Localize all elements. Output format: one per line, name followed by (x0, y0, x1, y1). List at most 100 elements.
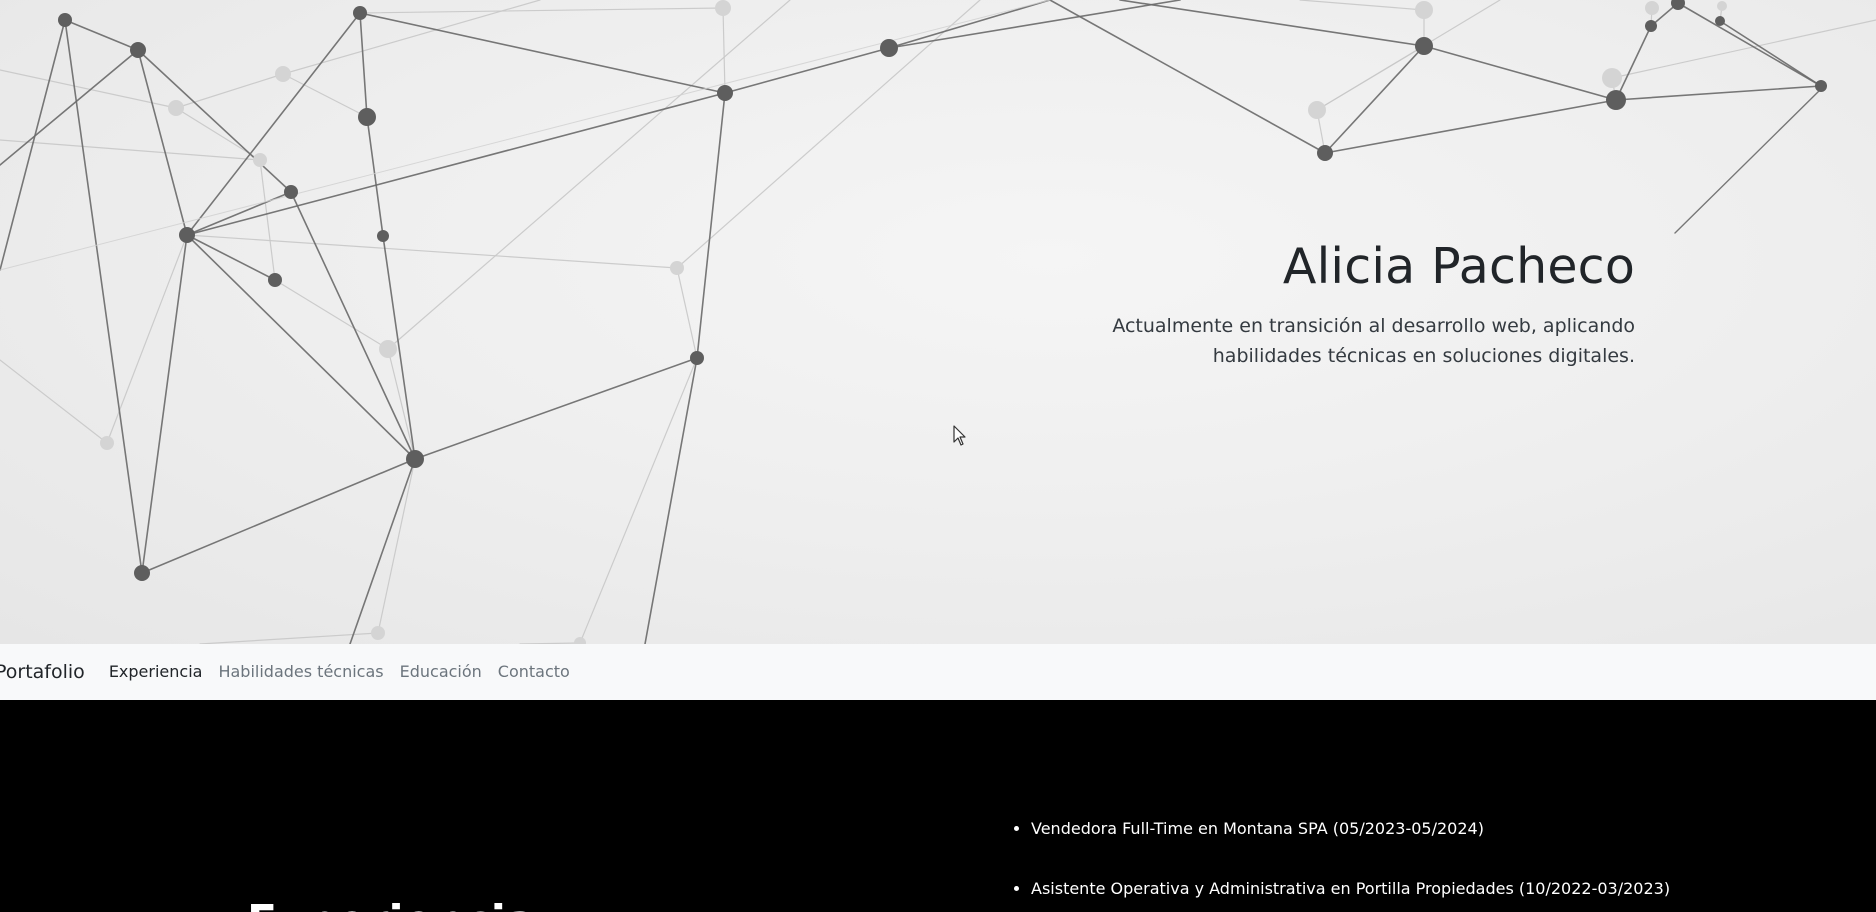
network-node (690, 351, 704, 365)
network-node (1415, 1, 1433, 19)
nav-link-habilidades-tecnicas[interactable]: Habilidades técnicas (218, 662, 383, 681)
mouse-cursor-icon (953, 425, 966, 446)
network-node (179, 227, 195, 243)
nav-item-educacion: Educación (400, 662, 498, 682)
network-edge (0, 49, 139, 166)
nav-link-experiencia[interactable]: Experiencia (109, 662, 203, 681)
network-edge (0, 359, 108, 444)
network-node (253, 153, 267, 167)
network-node (1645, 1, 1659, 15)
hero-tagline-line-2: habilidades técnicas en soluciones digit… (1212, 344, 1635, 367)
network-edge (722, 7, 726, 94)
network-edge (137, 49, 188, 236)
network-edge (0, 19, 66, 271)
nav-item-experiencia: Experiencia (109, 662, 219, 682)
network-edge (414, 357, 698, 460)
network-node (168, 100, 184, 116)
network-edge (676, 267, 698, 359)
network-node (717, 85, 733, 101)
network-node (268, 273, 282, 287)
network-node (377, 230, 389, 242)
network-edge (359, 7, 724, 14)
network-node (670, 261, 684, 275)
experience-item: Asistente Operativa y Administrativa en … (1031, 879, 1670, 899)
network-edge (1049, 0, 1326, 154)
network-node (574, 637, 586, 644)
experience-item: Vendedora Full-Time en Montana SPA (05/2… (1031, 819, 1670, 839)
network-edge (696, 92, 726, 359)
network-edge (888, 0, 1181, 49)
network-node (1715, 16, 1725, 26)
network-edge (186, 191, 292, 236)
network-edge (644, 357, 698, 644)
network-node (406, 450, 424, 468)
network-edge (259, 159, 276, 281)
network-edge (186, 234, 678, 269)
network-node (1606, 90, 1626, 110)
network-edge (1615, 85, 1822, 101)
network-edge (64, 19, 143, 574)
network-edge (64, 19, 139, 51)
network-edge (186, 92, 726, 236)
network-edge (1423, 45, 1617, 101)
network-edge (366, 116, 384, 237)
network-edge (0, 69, 177, 109)
network-node (379, 340, 397, 358)
network-edge (349, 458, 416, 644)
network-node (715, 0, 731, 16)
network-node (134, 565, 150, 581)
network-node (353, 6, 367, 20)
network-node (58, 13, 72, 27)
hero-text-block: Alicia Pacheco Actualmente en transición… (915, 238, 1635, 371)
hero-section: Alicia Pacheco Actualmente en transición… (0, 0, 1876, 644)
experience-list: Vendedora Full-Time en Montana SPA (05/2… (1031, 819, 1670, 912)
network-edge (141, 234, 188, 574)
network-node (358, 108, 376, 126)
hero-tagline: Actualmente en transición al desarrollo … (915, 311, 1635, 371)
network-edge (175, 73, 284, 109)
network-edge (377, 458, 416, 634)
network-node (880, 39, 898, 57)
network-edge (0, 139, 261, 161)
hero-name: Alicia Pacheco (1282, 238, 1635, 295)
network-node (1815, 80, 1827, 92)
network-edge (186, 234, 276, 281)
hero-tagline-line-1: Actualmente en transición al desarrollo … (1112, 314, 1635, 337)
network-edge (579, 357, 698, 644)
network-edge (387, 0, 791, 350)
experience-section: Experiencia Vendedora Full-Time en Monta… (0, 700, 1876, 912)
network-edge (141, 458, 416, 574)
network-node (1415, 37, 1433, 55)
network-node (1317, 145, 1333, 161)
network-node (284, 185, 298, 199)
nav-link-contacto[interactable]: Contacto (498, 662, 570, 681)
network-node (1602, 68, 1622, 88)
nav-item-contacto: Contacto (498, 662, 586, 682)
network-edge (724, 47, 890, 94)
network-node (275, 66, 291, 82)
network-node (1308, 101, 1326, 119)
navbar: Portafolio Experiencia Habilidades técni… (0, 644, 1876, 700)
network-node (100, 436, 114, 450)
network-edge (359, 12, 368, 118)
network-edge (888, 0, 1051, 49)
network-node (1671, 0, 1685, 10)
network-node (130, 42, 146, 58)
network-node (371, 626, 385, 640)
nav-link-educacion[interactable]: Educación (400, 662, 482, 681)
network-edge (359, 12, 726, 94)
network-edge (1674, 89, 1821, 234)
network-edge (1324, 99, 1617, 154)
network-edge (186, 12, 361, 236)
network-node (1717, 1, 1727, 11)
nav-links: Experiencia Habilidades técnicas Educaci… (109, 662, 586, 682)
nav-item-habilidades: Habilidades técnicas (218, 662, 399, 682)
network-edge (1677, 2, 1822, 87)
network-edge (1299, 0, 1425, 11)
network-edge (1615, 25, 1652, 101)
experience-heading: Experiencia (247, 896, 536, 912)
navbar-brand[interactable]: Portafolio (0, 661, 85, 683)
network-node (1645, 20, 1657, 32)
network-edge (1316, 0, 1501, 111)
network-edge (1719, 20, 1822, 87)
